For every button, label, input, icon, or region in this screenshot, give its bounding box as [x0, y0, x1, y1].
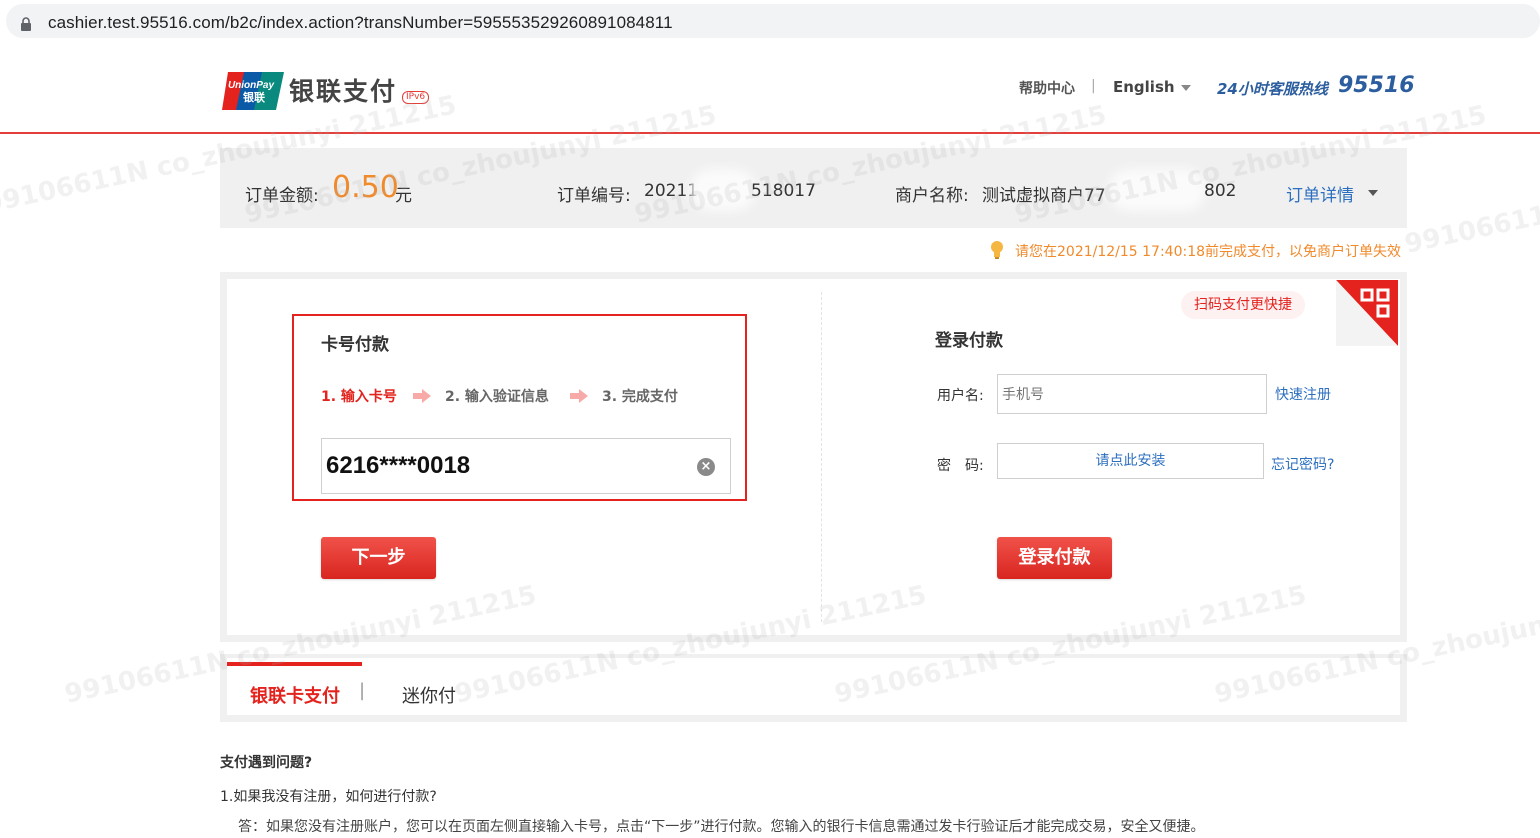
watermark: 99106611N co_zhoujunyi 211215 [1402, 130, 1540, 260]
ipv6-badge: IPv6 [402, 91, 430, 104]
language-select[interactable]: English [1113, 78, 1175, 96]
order-details-link[interactable]: 订单详情 [1286, 181, 1354, 206]
redaction-blur [1116, 177, 1198, 203]
login-pay-button[interactable]: 登录付款 [997, 537, 1112, 579]
order-summary-bar: 订单金额: 0.50 元 订单编号: 202112 518017 商户名称: 测… [220, 148, 1407, 228]
lightbulb-icon [991, 241, 1003, 259]
unionpay-logo[interactable]: UnionPay 银联 [220, 70, 286, 112]
logo-text-bottom: 银联 [243, 90, 265, 104]
header-separator: | [1091, 78, 1096, 94]
order-number-label: 订单编号: [557, 186, 631, 206]
tab-unionpay-card[interactable]: 银联卡支付 [250, 682, 340, 708]
redaction-blur [698, 177, 748, 203]
merchant-name-prefix: 测试虚拟商户77 [982, 186, 1106, 206]
merchant-label: 商户名称: [895, 186, 969, 206]
tab-mini-pay[interactable]: 迷你付 [402, 682, 456, 708]
login-pay-title: 登录付款 [935, 331, 1003, 351]
arrow-right-icon [570, 389, 588, 403]
browser-address-bar: cashier.test.95516.com/b2c/index.action?… [0, 0, 1540, 42]
step-2: 2. 输入验证信息 [445, 389, 549, 405]
username-input[interactable] [997, 374, 1267, 414]
help-center-link[interactable]: 帮助中心 [1019, 78, 1075, 98]
lock-icon [21, 17, 31, 31]
active-tab-indicator [227, 662, 362, 666]
logo-text-top: UnionPay [228, 80, 275, 91]
arrow-right-icon [413, 389, 431, 403]
payment-deadline-notice: 请您在2021/12/15 17:40:18前完成支付，以免商户订单失效 [1015, 244, 1402, 260]
qr-pay-tip[interactable]: 扫码支付更快捷 [1181, 291, 1305, 319]
payment-method-tabs [220, 654, 1407, 722]
next-step-button[interactable]: 下一步 [321, 537, 436, 579]
order-amount: 0.50 [332, 170, 399, 205]
panel-divider [821, 292, 822, 622]
qr-code-corner-icon[interactable] [1336, 280, 1398, 346]
faq-question: 1.如果我没有注册，如何进行付款? [220, 789, 437, 805]
faq-title: 支付遇到问题? [220, 755, 313, 771]
clear-input-icon[interactable]: × [697, 458, 715, 476]
username-label: 用户名: [937, 388, 984, 404]
quick-register-link[interactable]: 快速注册 [1275, 384, 1331, 404]
hotline-label: 24小时客服热线 [1217, 80, 1328, 98]
password-install-control[interactable]: 请点此安装 [997, 443, 1264, 479]
faq-answer: 答：如果您没有注册账户，您可以在页面左侧直接输入卡号，点击“下一步”进行付款。您… [238, 819, 1205, 835]
amount-label: 订单金额: [245, 186, 319, 206]
order-number-suffix: 518017 [751, 181, 816, 201]
currency-label: 元 [395, 186, 412, 206]
url-field[interactable]: cashier.test.95516.com/b2c/index.action?… [6, 4, 1540, 38]
card-pay-title: 卡号付款 [321, 335, 389, 355]
site-header: UnionPay 银联 银联支付 IPv6 帮助中心 | English 24小… [0, 42, 1540, 134]
password-label: 密 码: [937, 458, 984, 474]
brand-title: 银联支付 [289, 77, 398, 106]
step-1: 1. 输入卡号 [321, 389, 397, 405]
card-number-input[interactable] [321, 438, 731, 494]
merchant-name-suffix: 802 [1204, 181, 1237, 201]
forgot-password-link[interactable]: 忘记密码? [1271, 454, 1334, 474]
tab-separator: | [359, 680, 366, 701]
chevron-down-icon[interactable] [1368, 190, 1378, 196]
hotline-number: 95516 [1338, 73, 1415, 98]
step-3: 3. 完成支付 [602, 389, 678, 405]
chevron-down-icon[interactable] [1181, 85, 1191, 91]
url-text: cashier.test.95516.com/b2c/index.action?… [48, 13, 673, 32]
